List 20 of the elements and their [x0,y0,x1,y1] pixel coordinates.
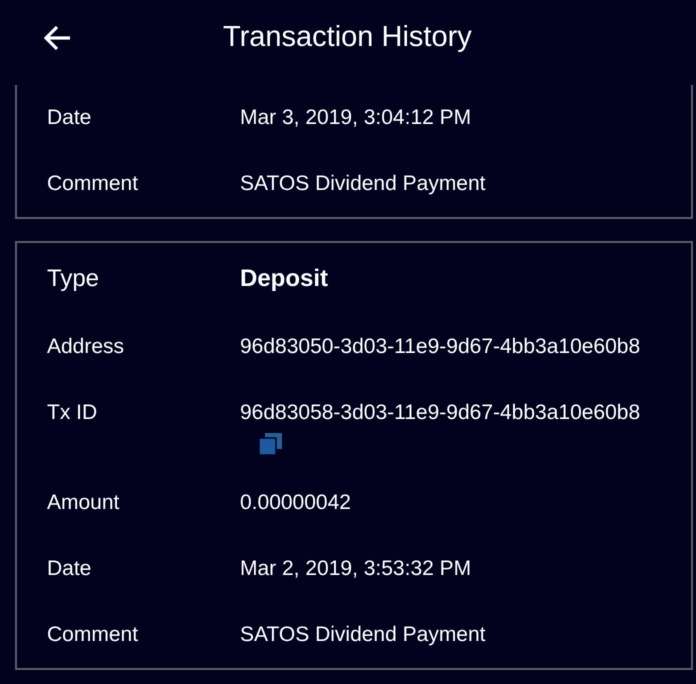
field-value: 0.00000042 [240,490,351,516]
field-label: Comment [47,622,140,648]
back-arrow-icon [44,24,72,50]
field-value: 96d83050-3d03-11e9-9d67-4bb3a10e60b8 [240,334,640,360]
field-label: Date [47,105,92,131]
copy-button[interactable] [259,433,283,455]
field-label: Address [47,334,126,360]
field-value: SATOS Dividend Payment [240,171,486,197]
field-label: Date [47,556,92,582]
field-value: Deposit [240,264,328,294]
field-label: Amount [47,490,120,516]
field-value: 96d83058-3d03-11e9-9d67-4bb3a10e60b8 [240,400,640,425]
copy-icon [259,433,283,455]
screen-title: Transaction History [223,21,472,54]
field-value: SATOS Dividend Payment [240,622,486,648]
field-value: Mar 3, 2019, 3:04:12 PM [240,105,472,131]
field-value: Mar 2, 2019, 3:53:32 PM [240,556,472,582]
field-label: Type [47,264,100,294]
field-label: Tx ID [47,400,98,426]
field-label: Comment [47,171,140,197]
